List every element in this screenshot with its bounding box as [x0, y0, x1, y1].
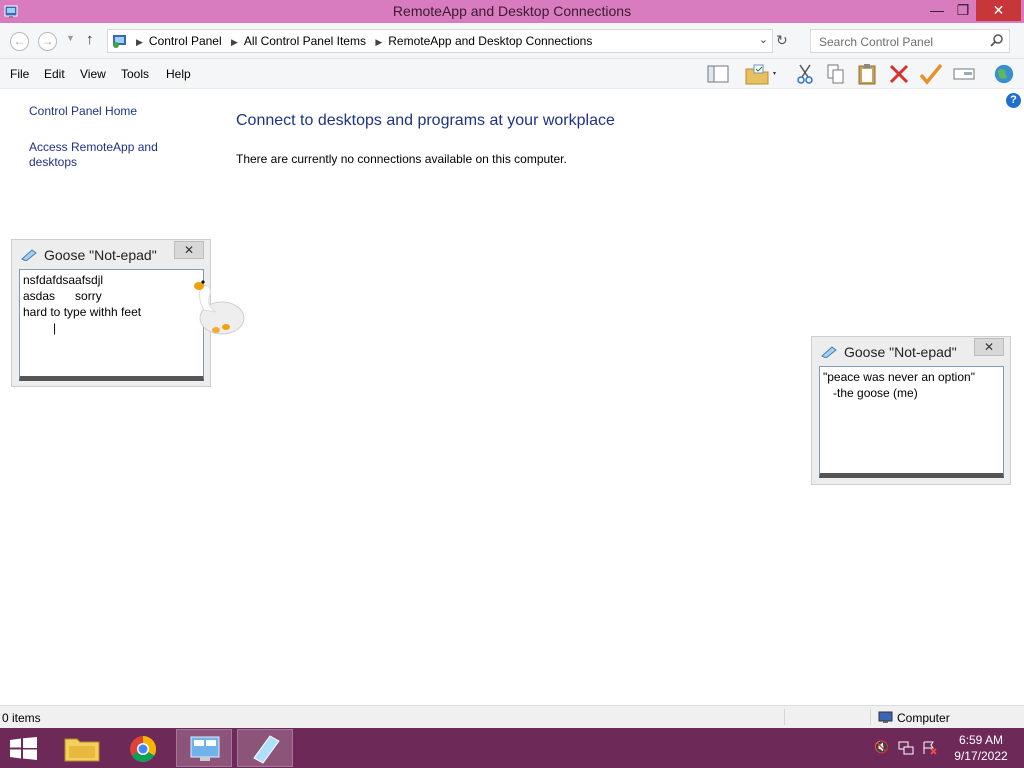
- delete-icon[interactable]: [888, 63, 910, 85]
- control-panel-home-link[interactable]: Control Panel Home: [29, 104, 199, 119]
- clock-date: 9/17/2022: [954, 749, 1008, 763]
- rename-icon[interactable]: [952, 63, 976, 85]
- search-icon[interactable]: [990, 33, 1004, 47]
- title-bar: RemoteApp and Desktop Connections — ❐ ✕: [0, 0, 1024, 23]
- globe-icon[interactable]: [991, 63, 1017, 85]
- goose-notepad-window-2[interactable]: Goose "Not-epad" ✕ "peace was never an o…: [811, 336, 1011, 485]
- menu-help[interactable]: Help: [166, 67, 191, 81]
- status-location: Computer: [897, 711, 950, 725]
- control-panel-icon: [190, 736, 220, 761]
- breadcrumb: ▶ Control Panel ▶ All Control Panel Items …: [136, 34, 593, 48]
- breadcrumb-control-panel[interactable]: Control Panel: [149, 34, 222, 48]
- taskbar-clock[interactable]: 6:59 AM 9/17/2022: [944, 732, 1018, 764]
- help-icon[interactable]: ?: [1006, 93, 1021, 108]
- notepad-icon: [253, 735, 280, 764]
- goose-notepad-window[interactable]: Goose "Not-epad" ✕ nsfdafdsaafsdjl asdas…: [11, 239, 211, 387]
- network-icon[interactable]: [898, 741, 914, 755]
- copy-icon[interactable]: [825, 63, 847, 85]
- item-count: 0 items: [2, 711, 41, 725]
- clock-time: 6:59 AM: [958, 733, 1004, 747]
- close-button[interactable]: ✕: [976, 0, 1021, 21]
- properties-check-icon[interactable]: [919, 63, 943, 85]
- page-title: Connect to desktops and programs at your…: [236, 112, 615, 129]
- chrome-icon: [130, 735, 157, 763]
- back-icon[interactable]: ←: [10, 32, 29, 51]
- folder-options-icon[interactable]: [744, 63, 778, 85]
- windows-start-icon[interactable]: [9, 737, 38, 760]
- taskbar-control-panel[interactable]: [176, 729, 232, 767]
- status-bar: 0 items Computer: [0, 705, 1024, 728]
- goose-notepad-text[interactable]: "peace was never an option" -the goose (…: [819, 366, 1004, 478]
- menu-view[interactable]: View: [80, 67, 106, 81]
- address-toolbar: ← → ▼ ↑ ▶ Control Panel ▶ All Control Pane…: [0, 23, 1024, 59]
- address-field[interactable]: ▶ Control Panel ▶ All Control Panel Items …: [107, 29, 773, 53]
- taskbar-chrome[interactable]: [115, 729, 171, 767]
- cut-icon[interactable]: [794, 63, 816, 85]
- menu-file[interactable]: File: [10, 67, 29, 81]
- window-title: RemoteApp and Desktop Connections: [392, 3, 632, 19]
- search-placeholder: Search Control Panel: [819, 35, 934, 49]
- goose-notepad-text[interactable]: nsfdafdsaafsdjl asdas sorry hard to type…: [19, 269, 204, 381]
- breadcrumb-remoteapp[interactable]: RemoteApp and Desktop Connections: [388, 34, 592, 48]
- no-connections-message: There are currently no connections avail…: [236, 152, 567, 166]
- access-remoteapp-link[interactable]: Access RemoteApp and desktops: [29, 140, 169, 170]
- action-center-icon[interactable]: [922, 741, 938, 755]
- restore-button[interactable]: ❐: [950, 0, 976, 21]
- notepad-icon: [21, 249, 37, 261]
- address-dropdown-icon[interactable]: ⌄: [759, 33, 768, 46]
- notepad-icon: [821, 346, 837, 358]
- taskbar-goose-notepad[interactable]: [237, 729, 293, 767]
- goose-notepad-close-button[interactable]: ✕: [174, 241, 204, 259]
- menu-bar: File Edit View Tools Help: [0, 59, 1024, 89]
- goose-notepad-close-button[interactable]: ✕: [974, 338, 1004, 356]
- recent-pages-chevron-icon[interactable]: ▼: [66, 33, 75, 43]
- control-panel-icon: [113, 35, 126, 48]
- paste-icon[interactable]: [856, 63, 878, 85]
- up-icon[interactable]: ↑: [86, 31, 94, 48]
- goose-notepad-title: Goose "Not-epad": [844, 344, 957, 360]
- taskbar-file-explorer[interactable]: [54, 729, 110, 767]
- goose: [194, 280, 245, 335]
- computer-icon: [878, 711, 893, 723]
- breadcrumb-all-items[interactable]: All Control Panel Items: [244, 34, 366, 48]
- refresh-icon[interactable]: ↻: [776, 32, 788, 49]
- file-explorer-icon: [64, 738, 100, 762]
- menu-tools[interactable]: Tools: [121, 67, 149, 81]
- layout-pane-icon[interactable]: [706, 63, 730, 85]
- volume-muted-icon[interactable]: 🔇: [874, 740, 889, 754]
- minimize-button[interactable]: —: [922, 0, 952, 21]
- forward-icon[interactable]: →: [38, 32, 57, 51]
- menu-edit[interactable]: Edit: [44, 67, 65, 81]
- taskbar: 🔇 6:59 AM 9/17/2022: [0, 728, 1024, 768]
- search-input[interactable]: Search Control Panel: [810, 29, 1010, 53]
- left-nav: Control Panel Home Access RemoteApp and …: [29, 104, 199, 170]
- goose-notepad-title: Goose "Not-epad": [44, 247, 157, 263]
